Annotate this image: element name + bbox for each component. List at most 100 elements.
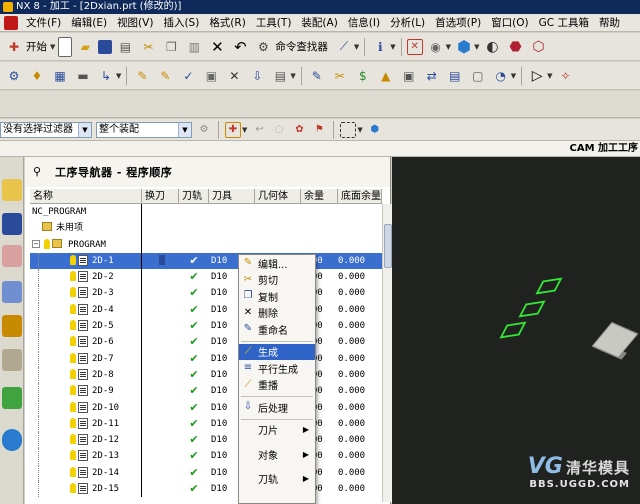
snap-point-icon[interactable]: ✚: [225, 121, 241, 138]
column-name[interactable]: 名称: [30, 189, 142, 203]
command-finder-icon[interactable]: ⚙: [253, 37, 273, 57]
chevron-down-icon[interactable]: ▼: [547, 72, 552, 80]
operation-row[interactable]: 2D-1✔D1000000.000: [30, 252, 382, 270]
menu-preferences[interactable]: 首选项(P): [430, 14, 486, 32]
feeds-icon[interactable]: $: [353, 66, 373, 86]
command-finder-button[interactable]: 命令查找器: [275, 39, 328, 54]
menu-edit-item[interactable]: ✎ 编辑...: [239, 255, 315, 272]
history-icon[interactable]: [2, 349, 22, 371]
operation-row[interactable]: 2D-8✔D1000000.000: [30, 366, 382, 384]
menu-format[interactable]: 格式(R): [204, 14, 251, 32]
create-tool-icon[interactable]: ♦: [27, 66, 47, 86]
info-icon[interactable]: ℹ: [370, 37, 390, 57]
cut-object-icon[interactable]: ✂: [330, 66, 350, 86]
select-face-icon[interactable]: ↩: [251, 122, 267, 138]
operation-row[interactable]: 2D-12✔D1000000.000: [30, 432, 382, 449]
internet-explorer-icon[interactable]: [2, 429, 22, 451]
menu-file[interactable]: 文件(F): [21, 14, 66, 32]
palette-icon[interactable]: [2, 387, 22, 409]
generate-path-icon[interactable]: ✎: [132, 66, 152, 86]
menu-generate-item[interactable]: ⟋ 生成: [239, 343, 315, 360]
chevron-down-icon[interactable]: ▼: [116, 72, 121, 80]
menu-replay-item[interactable]: ⟋ 重播: [239, 377, 315, 394]
menu-gc-toolkit[interactable]: GC 工具箱: [534, 14, 594, 32]
program-row[interactable]: − PROGRAM: [30, 236, 382, 253]
select-cursor-icon[interactable]: ▷: [527, 66, 547, 86]
menu-information[interactable]: 信息(I): [343, 14, 385, 32]
menu-postprocess-item[interactable]: ⇩ 后处理: [239, 399, 315, 416]
nx-logo-icon[interactable]: [4, 15, 18, 30]
type-filter-select[interactable]: 没有选择过滤器 ▼: [0, 121, 92, 138]
create-geometry-icon[interactable]: ▦: [50, 66, 70, 86]
pin-icon[interactable]: ⚲: [33, 166, 45, 178]
render-style-icon[interactable]: ⬢: [454, 37, 474, 57]
operation-row[interactable]: 2D-2✔D1000000.000: [30, 269, 382, 286]
selection-scope-select[interactable]: 整个装配 ▼: [96, 121, 192, 138]
menu-analysis[interactable]: 分析(L): [385, 14, 430, 32]
clipping-icon[interactable]: ◐: [482, 37, 502, 57]
shop-docs-icon[interactable]: ▤: [270, 66, 290, 86]
doc-icon[interactable]: ▤: [445, 66, 465, 86]
menu-delete-item[interactable]: ✕ 删除: [239, 305, 315, 322]
operation-row[interactable]: 2D-14✔D1000000.000: [30, 464, 382, 482]
delete-icon[interactable]: ✕: [207, 37, 227, 57]
open-folder-icon[interactable]: ▰: [75, 37, 95, 57]
menu-assemblies[interactable]: 装配(A): [296, 14, 342, 32]
edit-object-icon[interactable]: ✎: [307, 66, 327, 86]
graphics-window[interactable]: VG 清华模具 BBS.UGGD.COM: [392, 157, 640, 504]
menu-tool-path-item[interactable]: 刀片 ▶: [239, 422, 315, 439]
assembly-navigator-icon[interactable]: [2, 179, 22, 201]
orient-view-icon[interactable]: ◉: [426, 37, 446, 57]
menu-rename-item[interactable]: ✎ 重命名: [239, 321, 315, 338]
display-object-icon[interactable]: ▣: [399, 66, 419, 86]
fit-view-icon[interactable]: ✕: [406, 38, 423, 55]
chevron-down-icon[interactable]: ▼: [50, 43, 55, 51]
column-geometry[interactable]: 几何体: [255, 189, 301, 203]
method-icon[interactable]: ▲: [376, 66, 396, 86]
cut-icon[interactable]: ✂: [138, 37, 158, 57]
selection-tool-icon[interactable]: ⟋: [334, 37, 354, 57]
chevron-down-icon[interactable]: ▼: [446, 43, 451, 51]
operation-row[interactable]: 2D-9✔D1000000.000: [30, 383, 382, 400]
column-tool[interactable]: 刀具: [209, 189, 255, 203]
operation-row[interactable]: 2D-10✔D1000000.000: [30, 399, 382, 416]
create-operation-icon[interactable]: ↳: [96, 66, 116, 86]
chevron-down-icon[interactable]: ▼: [242, 126, 247, 134]
undo-icon[interactable]: ↶: [230, 37, 250, 57]
filter-settings-icon[interactable]: ⚙: [196, 122, 212, 138]
machine-tool-icon[interactable]: [2, 315, 22, 337]
menu-parallel-generate-item[interactable]: ≡ 平行生成: [239, 360, 315, 377]
operation-row[interactable]: 2D-13✔D1000000.000: [30, 448, 382, 465]
column-path[interactable]: 刀轨: [179, 189, 209, 203]
paste-icon[interactable]: ▥: [184, 37, 204, 57]
operation-row[interactable]: 2D-7✔D1000000.000: [30, 350, 382, 367]
chevron-down-icon[interactable]: ▼: [357, 126, 362, 134]
save-icon[interactable]: [98, 39, 113, 54]
wire-cube-icon[interactable]: ⬡: [528, 37, 548, 57]
select-feature-icon[interactable]: ✿: [291, 122, 307, 138]
unused-items-row[interactable]: 未用项: [30, 220, 382, 237]
chevron-down-icon[interactable]: ▼: [511, 72, 516, 80]
time-icon[interactable]: ◔: [491, 66, 511, 86]
menu-view[interactable]: 视图(V): [112, 14, 158, 32]
transform-icon[interactable]: ⇄: [422, 66, 442, 86]
menu-cut-item[interactable]: ✂ 剪切: [239, 272, 315, 289]
chevron-down-icon[interactable]: ▼: [178, 122, 191, 137]
menu-cutter-item[interactable]: 刀轨 ▶: [239, 471, 315, 488]
component-icon[interactable]: ⬢: [367, 122, 383, 138]
menu-edit[interactable]: 编辑(E): [66, 14, 112, 32]
select-curve-icon[interactable]: ◌: [271, 122, 287, 138]
simulate-icon[interactable]: ▣: [201, 66, 221, 86]
tree-root-row[interactable]: NC_PROGRAM: [30, 204, 382, 221]
list-path-icon[interactable]: ✕: [224, 66, 244, 86]
create-method-icon[interactable]: ▬: [73, 66, 93, 86]
new-file-icon[interactable]: [58, 36, 73, 57]
shaded-cube-icon[interactable]: ⬣: [505, 37, 525, 57]
snap-icon[interactable]: ✧: [556, 66, 576, 86]
constraint-navigator-icon[interactable]: [2, 213, 22, 235]
operation-row[interactable]: 2D-3✔D1000000.000: [30, 285, 382, 302]
chevron-down-icon[interactable]: ▼: [390, 43, 395, 51]
column-floor-stock[interactable]: 底面余量: [338, 189, 382, 203]
replay-icon[interactable]: ✎: [155, 66, 175, 86]
copy-icon[interactable]: ❐: [161, 37, 181, 57]
